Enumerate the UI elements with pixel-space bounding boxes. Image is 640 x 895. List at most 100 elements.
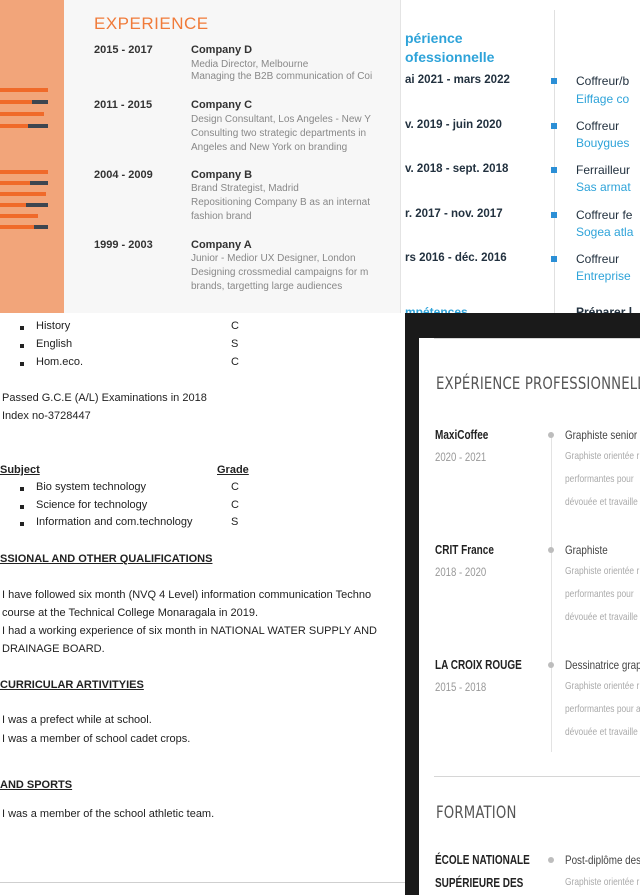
entry-years: 2015 - 2017 bbox=[94, 44, 153, 56]
experience-heading: EXPERIENCE bbox=[94, 14, 209, 33]
entry-line: Junior - Medior UX Designer, London bbox=[191, 253, 356, 264]
subject-name: Information and com.technology bbox=[36, 516, 193, 528]
section-heading: ofessionnelle bbox=[405, 49, 495, 65]
timeline-line bbox=[551, 432, 552, 752]
resume-paper: EXPÉRIENCE PROFESSIONNELLE MaxiCoffee 20… bbox=[419, 338, 640, 895]
bullet-square-icon bbox=[551, 256, 557, 262]
entry-line: fashion brand bbox=[191, 211, 252, 222]
skill-bar bbox=[0, 170, 48, 174]
bullet-icon bbox=[20, 344, 24, 348]
skill-bar-remainder bbox=[30, 181, 48, 185]
divider bbox=[434, 776, 640, 777]
subject-header: Subject bbox=[0, 464, 40, 476]
entry-company: Sogea atla bbox=[576, 225, 634, 239]
entry-dates: v. 2019 - juin 2020 bbox=[405, 119, 502, 131]
timeline-dot-icon bbox=[548, 662, 554, 668]
skill-bar bbox=[0, 203, 26, 207]
timeline-dot-icon bbox=[548, 547, 554, 553]
entry-company: Bouygues bbox=[576, 136, 630, 150]
entry-company: Company C bbox=[191, 99, 253, 111]
entry-line: Angeles and New York on branding bbox=[191, 142, 348, 153]
bullet-icon bbox=[20, 326, 24, 330]
extracurricular-heading: CURRICULAR ARTIVITYIES bbox=[0, 679, 144, 691]
subject-grade: C bbox=[231, 320, 239, 332]
skill-bar bbox=[0, 112, 44, 116]
entry-company: Company A bbox=[191, 239, 252, 251]
entry-title: Coffreur fe bbox=[576, 208, 633, 222]
job-desc: performantes pour a bbox=[565, 703, 640, 715]
skill-bar-remainder bbox=[32, 100, 48, 104]
sports-heading: AND SPORTS bbox=[0, 779, 73, 791]
bullet-square-icon bbox=[551, 123, 557, 129]
entry-dates: rs 2016 - déc. 2016 bbox=[405, 252, 507, 264]
subject-grade: C bbox=[231, 356, 239, 368]
entry-line: Consulting two strategic departments in bbox=[191, 128, 367, 139]
entry-line: Design Consultant, Los Angeles - New Y bbox=[191, 114, 371, 125]
section-heading: EXPÉRIENCE PROFESSIONNELLE bbox=[436, 374, 640, 394]
cut-text: Préparer l bbox=[576, 305, 633, 313]
job-years: 2018 - 2020 bbox=[435, 565, 487, 579]
qualification-line: I had a working experience of six month … bbox=[2, 625, 377, 637]
sports-item: I was a member of the school athletic te… bbox=[2, 808, 215, 820]
entry-company: Company B bbox=[191, 169, 253, 181]
entry-company: Eiffage co bbox=[576, 92, 630, 106]
entry-line: Designing crossmedial campaigns for m bbox=[191, 267, 369, 278]
job-role: Graphiste bbox=[565, 543, 608, 557]
cut-heading: mpétences bbox=[405, 305, 468, 313]
skill-bar-remainder bbox=[28, 124, 48, 128]
skill-bar bbox=[0, 181, 30, 185]
skill-bar-remainder bbox=[34, 225, 48, 229]
bullet-icon bbox=[20, 487, 24, 491]
entry-dates: v. 2018 - sept. 2018 bbox=[405, 163, 509, 175]
bullet-icon bbox=[20, 505, 24, 509]
subject-name: Hom.eco. bbox=[36, 356, 84, 368]
subject-grade: C bbox=[231, 481, 239, 493]
bullet-square-icon bbox=[551, 78, 557, 84]
section-heading: périence bbox=[405, 30, 463, 46]
school-name: ÉCOLE NATIONALE bbox=[435, 853, 530, 867]
subject-name: English bbox=[36, 338, 73, 350]
entry-line: brands, targetting large audiences bbox=[191, 281, 343, 292]
entry-line: Managing the B2B communication of Coi bbox=[191, 71, 373, 82]
job-desc: performantes pour bbox=[565, 588, 634, 600]
professional-qualifications-heading: SSIONAL AND OTHER QUALIFICATIONS bbox=[0, 553, 213, 565]
job-company: LA CROIX ROUGE bbox=[435, 658, 522, 672]
subject-grade: S bbox=[231, 516, 239, 528]
grade-header: Grade bbox=[217, 464, 249, 476]
skill-bar bbox=[0, 192, 46, 196]
subject-name: Science for technology bbox=[36, 499, 148, 511]
bullet-square-icon bbox=[551, 167, 557, 173]
subject-grade: C bbox=[231, 499, 239, 511]
entry-line: Media Director, Melbourne bbox=[191, 59, 309, 70]
orange-sidebar bbox=[0, 0, 64, 313]
qualification-line: DRAINAGE BOARD. bbox=[2, 643, 105, 655]
skill-bar bbox=[0, 100, 32, 104]
bullet-square-icon bbox=[551, 212, 557, 218]
resume-panel-bottom-right: EXPÉRIENCE PROFESSIONNELLE MaxiCoffee 20… bbox=[405, 313, 640, 895]
job-desc: Graphiste orientée r bbox=[565, 680, 640, 692]
entry-years: 1999 - 2003 bbox=[94, 239, 153, 251]
divider bbox=[554, 10, 555, 313]
al-passed: Passed G.C.E (A/L) Examinations in 2018 bbox=[2, 392, 207, 404]
activity-item: I was a member of school cadet crops. bbox=[2, 733, 191, 745]
timeline-dot-icon bbox=[548, 432, 554, 438]
subject-grade: S bbox=[231, 338, 239, 350]
skill-bar bbox=[0, 214, 38, 218]
entry-years: 2004 - 2009 bbox=[94, 169, 153, 181]
job-desc: Graphiste orientée r bbox=[565, 450, 640, 462]
timeline-dot-icon bbox=[548, 857, 554, 863]
school-name: SUPÉRIEURE DES bbox=[435, 876, 524, 890]
subject-name: Bio system technology bbox=[36, 481, 147, 493]
job-role: Dessinatrice graph bbox=[565, 658, 640, 672]
job-company: CRIT France bbox=[435, 543, 494, 557]
job-desc: Graphiste orientée r bbox=[565, 565, 640, 577]
subject-name: History bbox=[36, 320, 71, 332]
entry-line: Repositioning Company B as an internat bbox=[191, 197, 370, 208]
job-company: MaxiCoffee bbox=[435, 428, 489, 442]
index-number: Index no-3728447 bbox=[2, 410, 91, 422]
job-years: 2020 - 2021 bbox=[435, 450, 487, 464]
resume-panel-top-right: périence ofessionnelle ai 2021 - mars 20… bbox=[400, 0, 640, 313]
entry-company: Sas armat bbox=[576, 180, 631, 194]
entry-dates: r. 2017 - nov. 2017 bbox=[405, 208, 503, 220]
entry-years: 2011 - 2015 bbox=[94, 99, 153, 111]
